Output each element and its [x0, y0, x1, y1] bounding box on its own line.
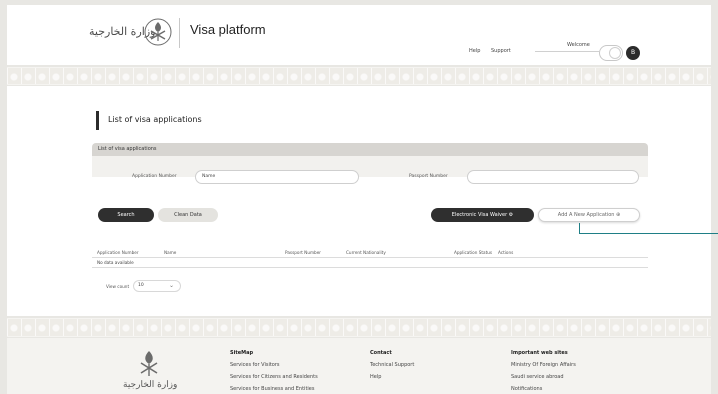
- panel-header: List of visa applications: [92, 143, 648, 156]
- search-button[interactable]: Search: [98, 208, 154, 222]
- footer-column-contact: Contact Technical Support Help: [370, 350, 414, 386]
- empty-table-message: No data available: [97, 260, 134, 265]
- footer-link-mofa[interactable]: Ministry Of Foreign Affairs: [511, 362, 576, 368]
- footer-heading-sitemap: SiteMap: [230, 350, 254, 356]
- welcome-text: Welcome: [567, 42, 590, 48]
- app-title: Visa platform: [190, 22, 266, 37]
- header-divider: [179, 18, 180, 48]
- column-actions: Actions: [498, 250, 514, 255]
- passport-number-label: Passport Number: [409, 174, 448, 179]
- footer-link-saudi-service-abroad[interactable]: Saudi service abroad: [511, 374, 576, 380]
- pattern-band-bottom: [7, 318, 711, 337]
- section-title-bar: [96, 111, 99, 130]
- application-number-label: Application Number: [132, 174, 177, 179]
- add-new-application-button[interactable]: Add A New Application ⊕: [538, 208, 640, 222]
- callout-line-vertical: [579, 223, 580, 233]
- footer: وزارة الخارجية SiteMap Services for Visi…: [7, 338, 711, 394]
- column-application-status: Application Status: [454, 250, 493, 255]
- view-count-value: 10: [138, 283, 144, 288]
- footer-emblem-icon: [140, 351, 158, 376]
- footer-link-help[interactable]: Help: [370, 374, 414, 380]
- page: وزارة الخارجية Visa platform Help Suppor…: [7, 5, 718, 394]
- column-passport-number: Passport Number: [285, 250, 322, 255]
- main-content: List of visa applications List of visa a…: [7, 86, 718, 316]
- column-current-nationality: Current Nationality: [346, 250, 386, 255]
- table-row: No data available: [92, 258, 648, 268]
- welcome-underline: [535, 51, 599, 52]
- footer-link-citizens[interactable]: Services for Citizens and Residents: [230, 374, 318, 380]
- electronic-visa-waiver-button[interactable]: Electronic Visa Waiver ⚙: [431, 208, 534, 222]
- footer-link-business[interactable]: Services for Business and Entities: [230, 386, 318, 392]
- footer-link-notifications[interactable]: Notifications: [511, 386, 576, 392]
- footer-column-sitemap: SiteMap Services for Visitors Services f…: [230, 350, 318, 394]
- column-name: Name: [164, 250, 177, 255]
- application-number-input[interactable]: Name: [195, 170, 359, 184]
- clean-data-button[interactable]: Clean Data: [158, 208, 218, 222]
- toggle-knob: [609, 47, 621, 59]
- header: وزارة الخارجية Visa platform Help Suppor…: [7, 5, 711, 65]
- footer-column-websites: Important web sites Ministry Of Foreign …: [511, 350, 576, 394]
- column-application-number: Application Number: [97, 250, 139, 255]
- footer-link-technical-support[interactable]: Technical Support: [370, 362, 414, 368]
- callout-line-horizontal: [579, 233, 718, 234]
- help-link[interactable]: Help: [469, 48, 480, 54]
- user-avatar[interactable]: B: [626, 46, 640, 60]
- footer-logo-text: وزارة الخارجية: [123, 380, 178, 390]
- passport-number-input[interactable]: [467, 170, 639, 184]
- ministry-logo[interactable]: وزارة الخارجية: [89, 17, 179, 49]
- pattern-band-top: [7, 67, 711, 85]
- page-title: List of visa applications: [108, 115, 202, 124]
- footer-link-visitors[interactable]: Services for Visitors: [230, 362, 318, 368]
- panel-title: List of visa applications: [98, 146, 157, 152]
- chevron-down-icon: ⌄: [168, 282, 174, 289]
- table-header: Application Number Name Passport Number …: [92, 248, 648, 258]
- view-count-label: View count: [106, 284, 130, 289]
- view-count-select[interactable]: 10 ⌄: [133, 280, 181, 292]
- footer-heading-contact: Contact: [370, 350, 392, 356]
- footer-heading-websites: Important web sites: [511, 350, 568, 356]
- theme-toggle[interactable]: [599, 45, 623, 61]
- emblem-icon: [144, 18, 172, 46]
- support-link[interactable]: Support: [491, 48, 511, 54]
